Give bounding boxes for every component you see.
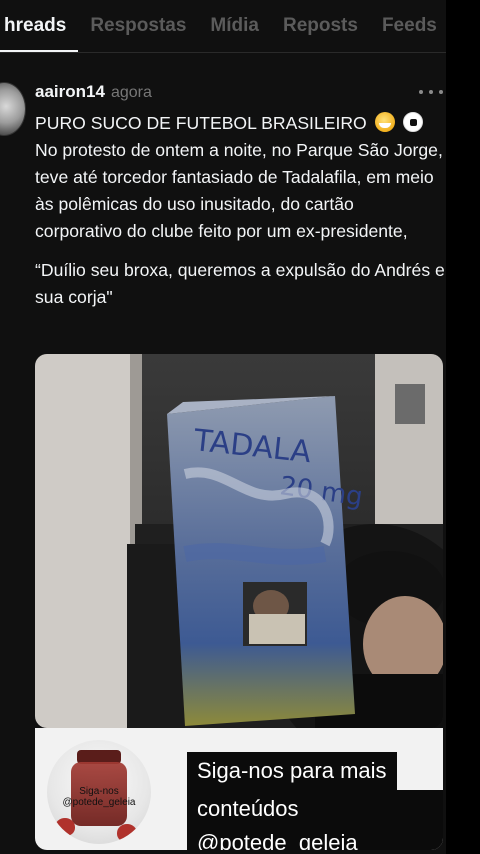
cta-line-2: conteúdos @potede_geleia	[187, 790, 443, 850]
strawberry-icon	[117, 824, 137, 842]
protest-photo: TADALA 20 mg	[35, 354, 443, 728]
tab-feeds[interactable]: Feeds	[370, 0, 446, 52]
tab-label: hreads	[4, 15, 67, 36]
tab-label: Reposts	[282, 15, 358, 36]
profile-tabs: hreads Respostas Mídia Reposts Feeds	[0, 0, 446, 52]
soccer-ball-emoji-icon	[402, 112, 423, 132]
post-image[interactable]: TADALA 20 mg	[35, 354, 443, 728]
avatar[interactable]	[0, 82, 26, 136]
post-quote: “Duílio seu broxa, queremos a expulsão d…	[35, 260, 445, 307]
strawberry-icon	[55, 818, 75, 836]
tab-label: Feeds	[381, 15, 437, 36]
jam-jar-logo: Siga-nos @potede_geleia	[47, 740, 151, 844]
grinning-sweat-emoji-icon	[374, 112, 395, 132]
tab-divider	[0, 52, 446, 53]
threads-app: hreads Respostas Mídia Reposts Feeds aai…	[0, 0, 446, 854]
post-body: No protesto de ontem a noite, no Parque …	[35, 140, 443, 241]
tab-threads[interactable]: hreads	[0, 0, 79, 52]
tab-respostas[interactable]: Respostas	[78, 0, 198, 52]
tab-label: Mídia	[210, 15, 259, 36]
post-time: agora	[110, 84, 152, 101]
more-options-icon[interactable]	[419, 82, 443, 102]
username[interactable]: aairon14	[35, 82, 105, 102]
tab-midia[interactable]: Mídia	[198, 0, 271, 52]
post-header: aairon14 agora	[35, 82, 152, 106]
jar-label: Siga-nos @potede_geleia	[62, 786, 136, 808]
tab-label: Respostas	[90, 15, 187, 36]
follow-cta: Siga-nos para mais conteúdos @potede_gel…	[187, 752, 443, 850]
post-headline: PURO SUCO DE FUTEBOL BRASILEIRO	[35, 110, 445, 137]
follow-banner: Siga-nos @potede_geleia Siga-nos para ma…	[35, 728, 443, 850]
headline-text: PURO SUCO DE FUTEBOL BRASILEIRO	[35, 113, 367, 133]
tab-reposts[interactable]: Reposts	[271, 0, 370, 52]
post-text: PURO SUCO DE FUTEBOL BRASILEIRO No prote…	[35, 110, 445, 311]
cta-line-1: Siga-nos para mais	[187, 752, 397, 790]
right-gutter	[446, 0, 480, 854]
